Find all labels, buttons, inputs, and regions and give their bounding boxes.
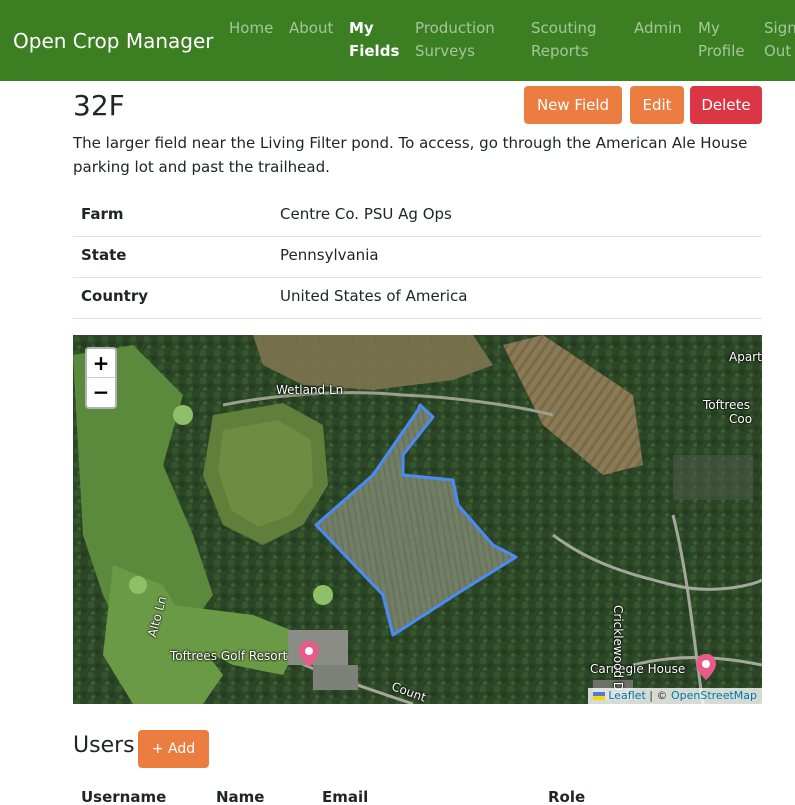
users-heading: Users xyxy=(73,733,135,758)
ukraine-flag-icon xyxy=(593,692,606,700)
nav-item-scouting-reports[interactable]: Scouting Reports xyxy=(531,17,597,63)
column-header-role[interactable]: Role xyxy=(548,788,585,805)
map-label-place: Toftrees xyxy=(703,398,751,412)
zoom-out-button[interactable]: − xyxy=(87,378,115,407)
detail-row-country: Country United States of America xyxy=(73,278,762,319)
nav-item-production-surveys-label-2: Surveys xyxy=(415,42,475,60)
delete-button[interactable]: Delete xyxy=(690,86,762,124)
attribution-separator: | © xyxy=(645,689,671,702)
map-attribution: Leaflet | © OpenStreetMap xyxy=(588,688,762,704)
openstreetmap-link[interactable]: OpenStreetMap xyxy=(671,689,757,702)
detail-label: State xyxy=(81,246,127,264)
column-header-username[interactable]: Username xyxy=(81,788,166,805)
nav-item-admin-label: Admin xyxy=(634,19,682,37)
detail-row-state: State Pennsylvania xyxy=(73,237,762,278)
map-label-road: Wetland Ln xyxy=(276,383,344,397)
nav-item-my-fields-label-2: Fields xyxy=(349,42,400,60)
map-pin-icon[interactable] xyxy=(695,653,717,681)
page-title: 32F xyxy=(73,89,125,122)
detail-value: Centre Co. PSU Ag Ops xyxy=(280,205,452,223)
detail-row-farm: Farm Centre Co. PSU Ag Ops xyxy=(73,196,762,237)
nav-item-sign-out-label-1: Sign xyxy=(764,19,795,37)
add-user-button[interactable]: + Add xyxy=(138,730,209,768)
detail-value: Pennsylvania xyxy=(280,246,379,264)
nav-item-admin[interactable]: Admin xyxy=(634,17,682,40)
map-pin-icon[interactable] xyxy=(298,640,320,668)
detail-value: United States of America xyxy=(280,287,468,305)
column-header-name[interactable]: Name xyxy=(216,788,264,805)
column-header-email[interactable]: Email xyxy=(322,788,368,805)
detail-label: Country xyxy=(81,287,149,305)
zoom-in-button[interactable]: + xyxy=(87,349,115,378)
edit-button[interactable]: Edit xyxy=(630,86,684,124)
nav-item-home-label: Home xyxy=(229,19,274,37)
detail-label: Farm xyxy=(81,205,124,223)
nav-item-sign-out-label-2: Out xyxy=(764,42,792,60)
nav-item-sign-out[interactable]: Sign Out xyxy=(764,17,795,63)
leaflet-link[interactable]: Leaflet xyxy=(608,689,645,702)
field-description: The larger field near the Living Filter … xyxy=(73,134,748,176)
navbar-brand[interactable]: Open Crop Manager xyxy=(13,29,213,53)
map-label-place: Carnegie House xyxy=(590,662,686,676)
nav-item-my-fields[interactable]: My Fields xyxy=(349,17,399,63)
map-label-place: Coo xyxy=(729,412,753,426)
field-map[interactable]: Wetland Ln Apart Toftrees Coo Toftrees G… xyxy=(73,335,762,704)
nav-item-scouting-reports-label-1: Scouting xyxy=(531,19,597,37)
nav-item-scouting-reports-label-2: Reports xyxy=(531,42,589,60)
nav-item-home[interactable]: Home xyxy=(229,17,273,40)
nav-item-my-profile-label-2: Profile xyxy=(698,42,745,60)
nav-item-my-profile-label-1: My xyxy=(698,19,720,37)
map-label-place: Apart xyxy=(729,350,762,364)
nav-item-about[interactable]: About xyxy=(289,17,333,40)
new-field-button[interactable]: New Field xyxy=(524,86,622,124)
map-label-road: Cricklewood Dr xyxy=(611,605,625,697)
map-label-place: Toftrees Golf Resort xyxy=(170,649,288,663)
nav-item-my-fields-label-1: My xyxy=(349,19,374,37)
zoom-control: + − xyxy=(85,347,117,409)
nav-item-production-surveys-label-1: Production xyxy=(415,19,495,37)
navbar: Open Crop Manager Home About My Fields P… xyxy=(0,0,795,81)
nav-item-my-profile[interactable]: My Profile xyxy=(698,17,745,63)
nav-item-about-label: About xyxy=(289,19,334,37)
nav-item-production-surveys[interactable]: Production Surveys xyxy=(415,17,495,63)
